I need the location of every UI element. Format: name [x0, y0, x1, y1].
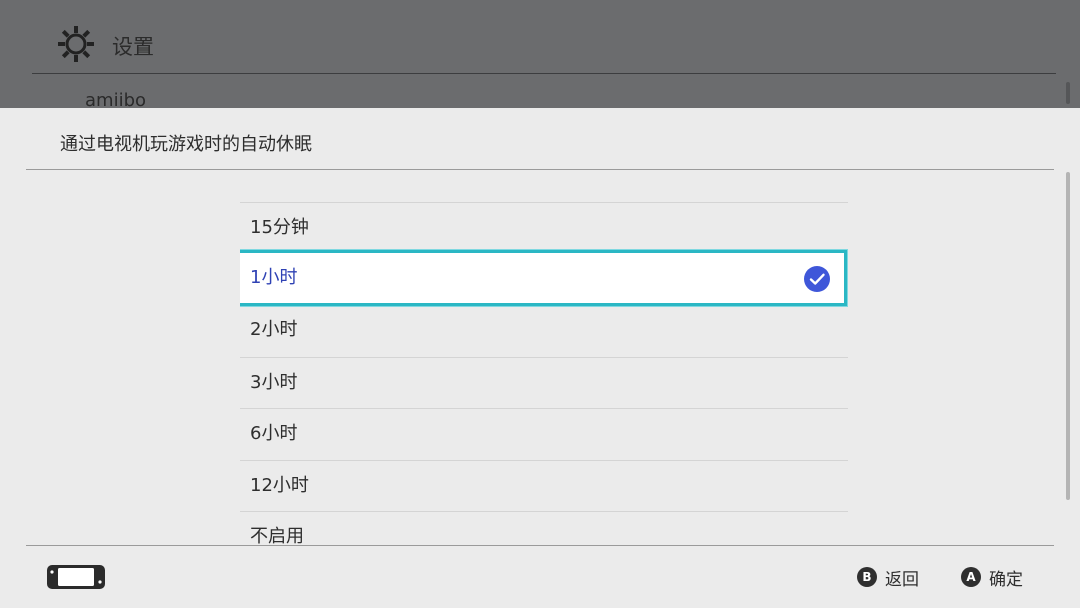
option-list: 15分钟 1小时 2小时 3小时 6小时 12小时 不启用 — [240, 202, 848, 544]
option-1-hour[interactable]: 1小时 — [240, 250, 847, 306]
option-label: 1小时 — [250, 267, 298, 288]
gear-icon — [58, 26, 94, 62]
background-scrollbar — [1066, 82, 1070, 104]
header-divider — [32, 73, 1056, 74]
confirm-button[interactable]: A 确定 — [961, 565, 1023, 590]
check-icon — [804, 266, 830, 292]
dialog-bottom-divider — [26, 545, 1054, 546]
back-label: 返回 — [885, 569, 919, 590]
option-3-hours[interactable]: 3小时 — [240, 357, 848, 409]
option-label: 15分钟 — [250, 217, 309, 238]
option-label: 12小时 — [250, 475, 309, 496]
option-label: 不启用 — [250, 526, 304, 544]
option-disabled[interactable]: 不启用 — [240, 511, 848, 544]
screen: 设置 amiibo 通过电视机玩游戏时的自动休眠 15分钟 1小时 2小时 3小 — [0, 0, 1080, 608]
option-15-minutes[interactable]: 15分钟 — [240, 202, 848, 254]
settings-title: 设置 — [112, 35, 154, 59]
dialog-scrollbar[interactable] — [1066, 172, 1070, 500]
confirm-label: 确定 — [989, 569, 1023, 590]
dialog-top-divider — [26, 169, 1054, 170]
option-2-hours[interactable]: 2小时 — [240, 305, 848, 357]
console-icon — [47, 565, 105, 589]
b-button-icon: B — [857, 567, 877, 587]
option-label: 3小时 — [250, 372, 298, 393]
option-label: 2小时 — [250, 319, 298, 340]
back-button[interactable]: B 返回 — [857, 565, 919, 590]
dialog-title: 通过电视机玩游戏时的自动休眠 — [60, 134, 312, 155]
option-12-hours[interactable]: 12小时 — [240, 460, 848, 512]
option-label: 6小时 — [250, 423, 298, 444]
auto-sleep-dialog: 通过电视机玩游戏时的自动休眠 15分钟 1小时 2小时 3小时 6小时 12小时… — [0, 108, 1080, 608]
settings-header: 设置 amiibo — [0, 0, 1080, 111]
a-button-icon: A — [961, 567, 981, 587]
option-6-hours[interactable]: 6小时 — [240, 408, 848, 460]
